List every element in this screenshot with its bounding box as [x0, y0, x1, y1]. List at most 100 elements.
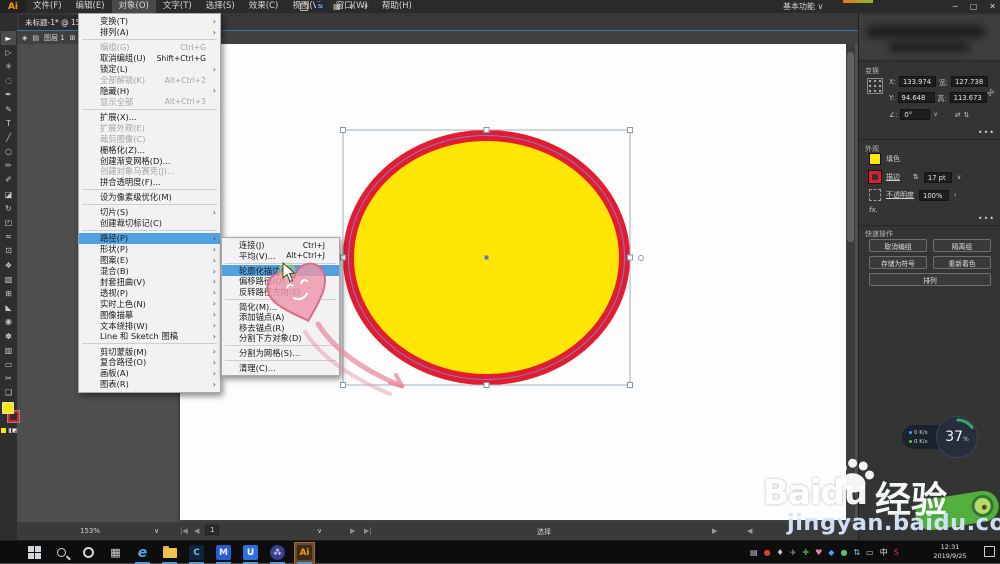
tray-icon[interactable]: ◆: [828, 543, 834, 562]
object-menu-item[interactable]: 剪切蒙版(M) ›: [79, 346, 220, 357]
first-artboard-icon[interactable]: |◀: [180, 527, 188, 535]
opacity-label[interactable]: 不透明度: [886, 190, 914, 200]
quick-action-button[interactable]: 存储为符号: [869, 256, 927, 269]
path-submenu-item[interactable]: 分割为网格(S)...: [222, 348, 339, 359]
close-button[interactable]: ✕: [989, 2, 996, 11]
object-menu-item[interactable]: 文本绕排(W) ›: [79, 320, 220, 331]
object-menu-item[interactable]: 排列(A) ›: [79, 27, 220, 38]
tray-icon[interactable]: ●: [764, 543, 771, 562]
height-input[interactable]: 113.673: [949, 92, 987, 103]
memory-percent-gauge[interactable]: 37%: [936, 416, 978, 458]
scroll-left-icon[interactable]: ◀: [747, 527, 752, 535]
stroke-width-input[interactable]: 17 pt: [923, 171, 952, 183]
tray-icon[interactable]: ♥: [815, 543, 822, 562]
x-input[interactable]: 133.974: [898, 76, 936, 87]
menubar-item-edit[interactable]: 编辑(E): [69, 0, 112, 13]
rotate-tool[interactable]: ↻: [1, 201, 16, 215]
chevron-down-icon[interactable]: ∨: [317, 527, 322, 535]
tray-icon[interactable]: ✚: [802, 543, 809, 562]
last-artboard-icon[interactable]: ▶|: [364, 527, 372, 535]
scroll-right-icon[interactable]: ▶: [712, 527, 717, 535]
taskbar-app-u-button[interactable]: U: [241, 543, 260, 564]
mesh-tool[interactable]: ⊞: [1, 286, 16, 300]
menubar-item-object[interactable]: 对象(O): [111, 0, 156, 13]
speed-monitor-widget[interactable]: 0 K/s 0 K/s 37%: [902, 414, 982, 460]
stroke-color-swatch[interactable]: [868, 170, 882, 184]
zoom-level[interactable]: 153%: [80, 527, 100, 535]
object-menu-item[interactable]: 画板(A) ›: [79, 368, 220, 379]
object-menu-item[interactable]: 形状(P) ›: [79, 244, 220, 255]
ellipse-tool[interactable]: ○: [1, 145, 16, 159]
gradient-tool[interactable]: ▧: [1, 272, 16, 286]
share-icon[interactable]: [300, 2, 308, 11]
blend-tool[interactable]: ◉: [1, 315, 16, 329]
send-icon[interactable]: ✈: [362, 2, 369, 11]
object-menu-item[interactable]: 锁定(L) ›: [79, 64, 220, 75]
flip-horizontal-icon[interactable]: ⇄: [955, 111, 961, 119]
object-menu-item[interactable]: 路径(P) ›: [79, 232, 220, 244]
taskbar-cortana-button[interactable]: [79, 543, 98, 562]
none-mode-icon[interactable]: [12, 428, 17, 433]
taskbar-illustrator-button[interactable]: Ai: [294, 542, 315, 564]
chevron-down-icon[interactable]: ∨: [957, 174, 961, 181]
taskbar-clock[interactable]: 12:31 2019/9/25: [925, 543, 975, 561]
taskbar-search-button[interactable]: [52, 543, 71, 562]
width-input[interactable]: 127.738: [951, 76, 989, 87]
action-center-icon[interactable]: [984, 546, 995, 557]
chevron-down-icon[interactable]: ∨: [349, 2, 355, 11]
fx-icon[interactable]: fx.: [869, 206, 878, 214]
quick-action-button[interactable]: 重新着色: [933, 256, 991, 269]
tray-icon[interactable]: ✈: [790, 543, 797, 562]
lasso-tool[interactable]: ◌: [1, 74, 16, 88]
vertical-scrollbar-thumb[interactable]: [847, 52, 854, 242]
chevron-down-icon[interactable]: ∨: [933, 111, 937, 118]
object-menu-item[interactable]: 封套扭曲(V) ›: [79, 277, 220, 288]
direct-selection-tool[interactable]: ▷: [1, 45, 16, 59]
rotate-angle-select[interactable]: 0°: [900, 109, 931, 120]
next-artboard-icon[interactable]: ▶: [350, 527, 355, 535]
vertical-scrollbar[interactable]: [846, 44, 855, 520]
type-tool[interactable]: T: [1, 116, 16, 130]
path-submenu-item[interactable]: 平均(V)... Alt+Ctrl+J: [222, 251, 339, 262]
menubar-item-select[interactable]: 选择(S): [199, 0, 242, 13]
object-menu-item[interactable]: 创建渐变网格(D)...: [79, 155, 220, 166]
minimize-button[interactable]: ─: [953, 2, 958, 11]
quick-action-button[interactable]: 取消编组: [869, 239, 927, 252]
stepper-icon[interactable]: ⇅: [913, 173, 919, 181]
gradient-mode-icon[interactable]: [6, 428, 11, 433]
magic-wand-tool[interactable]: ✳: [1, 59, 16, 73]
fill-swatch[interactable]: [2, 402, 14, 414]
object-menu-item[interactable]: 实时上色(N) ›: [79, 298, 220, 309]
taskbar-ie-button[interactable]: e: [133, 543, 152, 564]
symbol-sprayer-tool[interactable]: ✽: [1, 329, 16, 343]
panel-more-options[interactable]: •••: [978, 128, 995, 137]
object-menu-item[interactable]: 拼合透明度(F)...: [79, 177, 220, 188]
path-submenu-item[interactable]: 分割下方对象(D): [222, 333, 339, 344]
opacity-arrow-icon[interactable]: ›: [954, 191, 957, 199]
quick-action-button[interactable]: 排列: [869, 273, 991, 286]
prev-artboard-icon[interactable]: ◀: [194, 527, 199, 535]
flip-vertical-icon[interactable]: ⇅: [964, 111, 970, 119]
adobe-stock-icon[interactable]: St: [316, 2, 325, 11]
tray-icon[interactable]: 中: [880, 543, 888, 562]
workspace-switcher[interactable]: 基本功能 ∨: [783, 0, 823, 13]
paintbrush-tool[interactable]: ✏: [1, 159, 16, 173]
shape-builder-tool[interactable]: ❖: [1, 258, 16, 272]
taskbar-app-m-button[interactable]: M: [214, 543, 233, 564]
reference-point-selector[interactable]: [867, 78, 883, 94]
column-graph-tool[interactable]: ▥: [1, 343, 16, 357]
chevron-down-icon[interactable]: ∨: [154, 527, 159, 535]
selection-tool[interactable]: ►: [1, 31, 16, 46]
taskbar-app-c-button[interactable]: C: [187, 543, 206, 564]
curvature-tool[interactable]: ✎: [1, 102, 16, 116]
taskbar-taskview-button[interactable]: ▦: [106, 543, 125, 562]
object-menu-item[interactable]: 变换(T) ›: [79, 16, 220, 27]
arrange-documents-icon[interactable]: ▦: [333, 2, 341, 11]
eraser-tool[interactable]: ◪: [1, 187, 16, 201]
fill-color-swatch[interactable]: [869, 153, 881, 165]
object-menu-item[interactable]: 透视(P) ›: [79, 287, 220, 298]
object-menu-item[interactable]: Line 和 Sketch 图稿 ›: [79, 331, 220, 342]
eyedropper-tool[interactable]: ◣: [1, 301, 16, 315]
tray-icon[interactable]: ▭: [866, 543, 874, 562]
menubar-item-effect[interactable]: 效果(C): [242, 0, 286, 13]
